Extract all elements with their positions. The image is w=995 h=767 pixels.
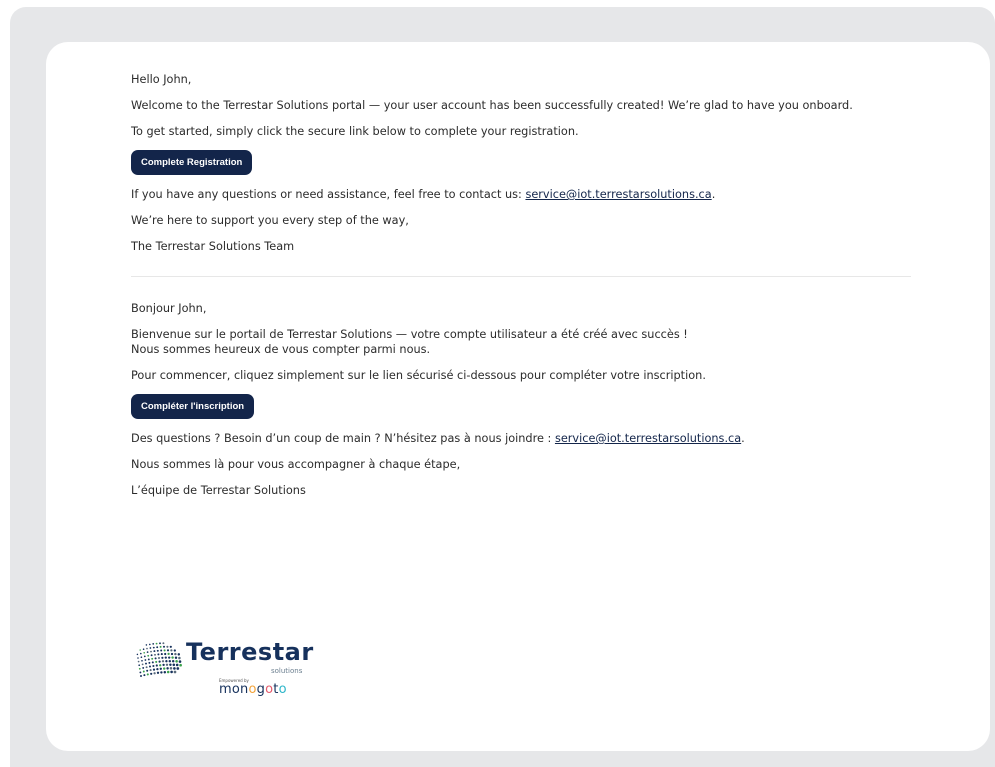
contact-email-link-en[interactable]: service@iot.terrestarsolutions.ca <box>525 188 711 201</box>
instructions-fr: Pour commencer, cliquez simplement sur l… <box>131 369 706 382</box>
monogoto-letter: o <box>248 682 257 697</box>
signature-fr: L’équipe de Terrestar Solutions <box>131 484 306 497</box>
monogoto-letter: o <box>278 682 287 697</box>
logo-wordmark: Terrestar <box>186 638 314 666</box>
monogoto-letter: g <box>256 682 266 697</box>
welcome-en: Welcome to the Terrestar Solutions porta… <box>131 99 853 112</box>
signature-en: The Terrestar Solutions Team <box>131 240 295 253</box>
email-card: Hello John, Welcome to the Terrestar Sol… <box>46 42 990 751</box>
welcome-fr: Bienvenue sur le portail de Terrestar So… <box>131 327 911 357</box>
globe-icon <box>136 642 182 677</box>
welcome-fr-line1: Bienvenue sur le portail de Terrestar So… <box>131 328 688 341</box>
support-en: We’re here to support you every step of … <box>131 214 409 227</box>
monogoto-letter: m <box>219 682 232 697</box>
contact-en-suffix: . <box>711 188 716 201</box>
monogoto-letter: o <box>231 682 241 697</box>
monogoto-logo: monogoto <box>219 682 287 697</box>
contact-fr-text: Des questions ? Besoin d’un coup de main… <box>131 432 555 445</box>
terrestar-logo: Terrestar solutions Empowered by monogot… <box>131 634 331 704</box>
welcome-fr-line2: Nous sommes heureux de vous compter parm… <box>131 343 431 356</box>
contact-fr-suffix: . <box>741 432 745 445</box>
greeting-fr: Bonjour John, <box>131 302 207 315</box>
completer-inscription-button[interactable]: Compléter l'inscription <box>131 394 255 419</box>
contact-en: If you have any questions or need assist… <box>131 187 911 202</box>
language-divider <box>131 276 911 277</box>
contact-en-text: If you have any questions or need assist… <box>131 188 526 201</box>
complete-registration-button[interactable]: Complete Registration <box>131 150 253 175</box>
email-content: Hello John, Welcome to the Terrestar Sol… <box>131 72 911 509</box>
instructions-en: To get started, simply click the secure … <box>131 125 579 138</box>
greeting-en: Hello John, <box>131 73 192 86</box>
support-fr: Nous sommes là pour vous accompagner à c… <box>131 458 461 471</box>
logo-subtitle: solutions <box>271 667 303 675</box>
email-background: Hello John, Welcome to the Terrestar Sol… <box>10 7 995 767</box>
contact-fr: Des questions ? Besoin d’un coup de main… <box>131 431 911 446</box>
contact-email-link-fr[interactable]: service@iot.terrestarsolutions.ca <box>555 432 741 445</box>
